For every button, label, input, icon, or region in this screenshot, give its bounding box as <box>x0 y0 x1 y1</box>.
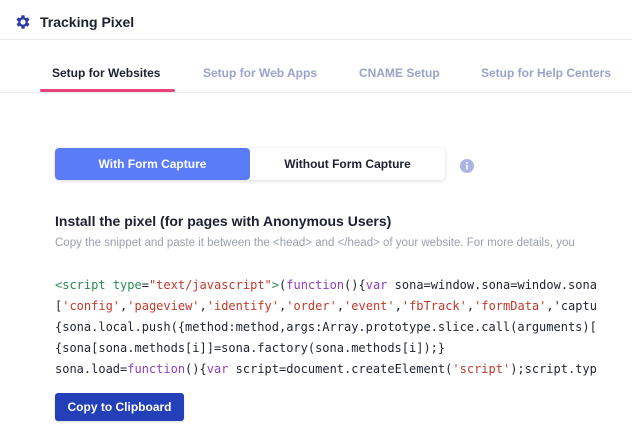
code-snippet[interactable]: <script type="text/javascript">(function… <box>55 275 632 380</box>
code-line: {sona.local.push({method:method,args:Arr… <box>55 320 597 334</box>
capture-mode-toggle: With Form Capture Without Form Capture <box>55 148 445 180</box>
info-icon[interactable] <box>460 159 474 173</box>
code-line: <script type="text/javascript">(function… <box>55 278 597 292</box>
with-form-capture-button[interactable]: With Form Capture <box>55 148 250 180</box>
page-header: Tracking Pixel <box>0 0 632 40</box>
tab-setup-websites[interactable]: Setup for Websites <box>52 66 160 80</box>
page-title: Tracking Pixel <box>40 14 135 30</box>
without-form-capture-button[interactable]: Without Form Capture <box>250 148 445 180</box>
copy-to-clipboard-button[interactable]: Copy to Clipboard <box>55 393 184 421</box>
code-line: ['config','pageview','identify','order',… <box>55 299 597 313</box>
code-line: {sona[sona.methods[i]]=sona.factory(sona… <box>55 341 446 355</box>
tab-bar: Setup for Websites Setup for Web Apps CN… <box>0 40 632 93</box>
section-title: Install the pixel (for pages with Anonym… <box>55 213 392 229</box>
code-line: sona.load=function(){var script=document… <box>55 362 597 376</box>
tab-setup-help-centers[interactable]: Setup for Help Centers <box>481 66 611 80</box>
section-description: Copy the snippet and paste it between th… <box>55 237 575 249</box>
gear-icon <box>16 15 30 29</box>
tab-cname-setup[interactable]: CNAME Setup <box>359 66 440 80</box>
tab-setup-web-apps[interactable]: Setup for Web Apps <box>203 66 317 80</box>
active-tab-indicator <box>40 89 175 92</box>
